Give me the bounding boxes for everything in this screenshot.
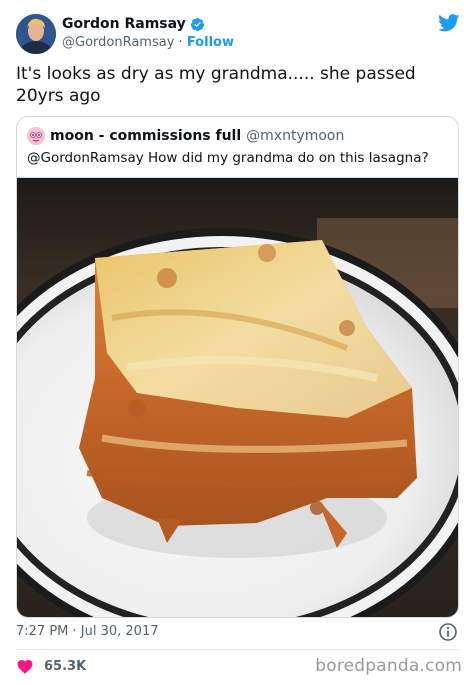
author-handle[interactable]: @GordonRamsay (62, 35, 174, 50)
quoted-tweet-text: @GordonRamsay How did my grandma do on t… (27, 150, 429, 166)
footer-divider (16, 649, 459, 650)
boredpanda-watermark: boredpanda.com (315, 656, 462, 676)
author-info: Gordon Ramsay @GordonRamsay · Follow (62, 15, 234, 52)
info-icon[interactable] (438, 622, 458, 642)
quoted-author-name: moon - commissions full (50, 128, 242, 144)
author-display-name[interactable]: Gordon Ramsay (62, 15, 186, 33)
tweet-timestamp[interactable]: 7:27 PM · Jul 30, 2017 (16, 623, 159, 641)
quoted-tweet-card[interactable]: moon - commissions full @mxntymoon @Gord… (16, 116, 459, 618)
quoted-author-avatar (27, 127, 45, 145)
verified-badge-icon (190, 17, 205, 32)
like-row: 65.3K (16, 658, 86, 674)
quoted-tweet-header: moon - commissions full @mxntymoon (27, 127, 344, 145)
tweet-text: It's looks as dry as my grandma..... she… (16, 64, 416, 106)
quoted-author-handle: @mxntymoon (246, 128, 345, 144)
tweet-header: Gordon Ramsay @GordonRamsay · Follow (16, 12, 462, 56)
heart-icon[interactable] (16, 658, 34, 674)
twitter-bird-icon[interactable] (438, 14, 460, 32)
like-count[interactable]: 65.3K (44, 659, 86, 674)
handle-separator: · (178, 35, 183, 50)
author-avatar[interactable] (16, 14, 56, 54)
follow-button[interactable]: Follow (187, 35, 234, 50)
lasagna-photo[interactable] (17, 177, 458, 617)
